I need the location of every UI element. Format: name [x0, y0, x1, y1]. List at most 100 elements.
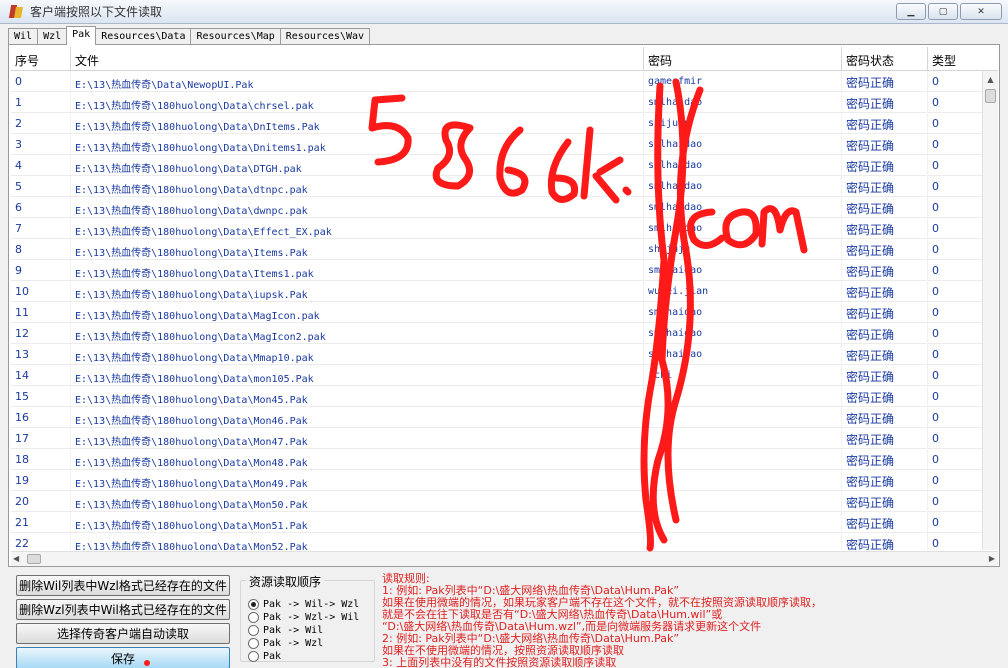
- resource-order-option-label: Pak -> Wil: [263, 624, 324, 636]
- delete-wil-duplicates-button[interactable]: 删除Wil列表中Wzl格式已经存在的文件: [16, 575, 230, 596]
- table-row[interactable]: 8 E:\13\热血传奇\180huolong\Data\Items.Pak shi…: [11, 239, 986, 260]
- maximize-button[interactable]: ▢: [928, 3, 958, 20]
- scroll-right-icon[interactable]: ▶: [989, 554, 995, 563]
- table-row[interactable]: 22 E:\13\热血传奇\180huolong\Data\Mon52.Pak 密码…: [11, 533, 986, 550]
- tab-resources-map[interactable]: Resources\Map: [190, 28, 281, 45]
- radio-button-icon[interactable]: [248, 637, 259, 649]
- row-type: 0: [928, 470, 986, 491]
- row-password: smlhaidao: [644, 176, 842, 197]
- row-index: 20: [11, 491, 71, 512]
- tab-pak[interactable]: Pak: [66, 26, 97, 45]
- resource-order-option[interactable]: Pak: [248, 650, 281, 662]
- minimize-button[interactable]: ▁: [896, 3, 926, 20]
- table-row[interactable]: 17 E:\13\热血传奇\180huolong\Data\Mon47.Pak 密码…: [11, 428, 986, 449]
- row-password: [644, 386, 842, 407]
- row-index: 3: [11, 134, 71, 155]
- row-password-status: 密码正确: [842, 71, 928, 92]
- table-row[interactable]: 5 E:\13\热血传奇\180huolong\Data\dtnpc.pak sml…: [11, 176, 986, 197]
- row-password: [644, 449, 842, 470]
- row-index: 17: [11, 428, 71, 449]
- table-row[interactable]: 12 E:\13\热血传奇\180huolong\Data\MagIcon2.pa…: [11, 323, 986, 344]
- table-row[interactable]: 13 E:\13\热血传奇\180huolong\Data\Mmap10.pak s…: [11, 344, 986, 365]
- row-password-status: 密码正确: [842, 113, 928, 134]
- row-index: 1: [11, 92, 71, 113]
- scroll-left-icon[interactable]: ◀: [13, 554, 19, 563]
- row-password: gameofmir: [644, 71, 842, 92]
- window-controls: ▁ ▢ ✕: [896, 3, 1002, 20]
- window-title: 客户端按照以下文件读取: [30, 5, 163, 19]
- select-client-button[interactable]: 选择传奇客户端自动读取: [16, 623, 230, 644]
- table-row[interactable]: 6 E:\13\热血传奇\180huolong\Data\dwnpc.pak sml…: [11, 197, 986, 218]
- horizontal-scroll-thumb[interactable]: [27, 554, 41, 564]
- tab-resources-data[interactable]: Resources\Data: [95, 28, 192, 45]
- table-row[interactable]: 7 E:\13\热血传奇\180huolong\Data\Effect_EX.pa…: [11, 218, 986, 239]
- table-row[interactable]: 16 E:\13\热血传奇\180huolong\Data\Mon46.Pak 密码…: [11, 407, 986, 428]
- table-row[interactable]: 20 E:\13\热血传奇\180huolong\Data\Mon50.Pak 密码…: [11, 491, 986, 512]
- row-index: 4: [11, 155, 71, 176]
- row-type: 0: [928, 449, 986, 470]
- row-type: 0: [928, 218, 986, 239]
- close-button[interactable]: ✕: [960, 3, 1002, 20]
- vertical-scroll-thumb[interactable]: [985, 89, 996, 103]
- table-row[interactable]: 9 E:\13\热血传奇\180huolong\Data\Items1.pak sm…: [11, 260, 986, 281]
- row-file: E:\13\热血传奇\180huolong\Data\DnItems.Pak: [71, 113, 644, 134]
- delete-wzl-duplicates-button[interactable]: 删除Wzl列表中Wil格式已经存在的文件: [16, 599, 230, 620]
- table-row[interactable]: 4 E:\13\热血传奇\180huolong\Data\DTGH.pak smlh…: [11, 155, 986, 176]
- row-file: E:\13\热血传奇\180huolong\Data\Mon45.Pak: [71, 386, 644, 407]
- resource-order-option[interactable]: Pak -> Wzl: [248, 637, 323, 649]
- table-row[interactable]: 0 E:\13\热血传奇\Data\NewopUI.Pak gameofmir 密码正…: [11, 71, 986, 92]
- resource-order-option[interactable]: Pak -> Wil-> Wzl: [248, 598, 359, 610]
- tab-resources-wav[interactable]: Resources\Wav: [279, 28, 371, 45]
- resource-order-option[interactable]: Pak -> Wil: [248, 624, 323, 636]
- row-type: 0: [928, 533, 986, 550]
- row-type: 0: [928, 344, 986, 365]
- resource-order-option[interactable]: Pak -> Wzl-> Wil: [248, 611, 359, 623]
- row-password: shijuju: [644, 239, 842, 260]
- row-index: 0: [11, 71, 71, 92]
- row-type: 0: [928, 386, 986, 407]
- table-row[interactable]: 15 E:\13\热血传奇\180huolong\Data\Mon45.Pak 密码…: [11, 386, 986, 407]
- vertical-scrollbar[interactable]: ▲: [982, 71, 998, 550]
- table-row[interactable]: 3 E:\13\热血传奇\180huolong\Data\Dnitems1.pak…: [11, 134, 986, 155]
- tab-wzl[interactable]: Wzl: [37, 28, 68, 45]
- row-file: E:\13\热血传奇\Data\NewopUI.Pak: [71, 71, 644, 92]
- table-row[interactable]: 2 E:\13\热血传奇\180huolong\Data\DnItems.Pak s…: [11, 113, 986, 134]
- table-row[interactable]: 11 E:\13\热血传奇\180huolong\Data\MagIcon.pak…: [11, 302, 986, 323]
- resource-order-title: 资源读取顺序: [246, 573, 325, 590]
- row-file: E:\13\热血传奇\180huolong\Data\Mmap10.pak: [71, 344, 644, 365]
- table-row[interactable]: 18 E:\13\热血传奇\180huolong\Data\Mon48.Pak 密码…: [11, 449, 986, 470]
- row-file: E:\13\热血传奇\180huolong\Data\mon105.Pak: [71, 365, 644, 386]
- row-index: 18: [11, 449, 71, 470]
- tab-bar: Wil Wzl Pak Resources\Data Resources\Map Reso…: [8, 26, 371, 45]
- row-password-status: 密码正确: [842, 302, 928, 323]
- column-header-password-status[interactable]: 密码状态: [842, 47, 928, 71]
- row-file: E:\13\热血传奇\180huolong\Data\dwnpc.pak: [71, 197, 644, 218]
- horizontal-scrollbar[interactable]: ◀ ▶: [11, 551, 998, 566]
- row-type: 0: [928, 176, 986, 197]
- table-row[interactable]: 14 E:\13\热血传奇\180huolong\Data\mon105.Pak i…: [11, 365, 986, 386]
- row-password-status: 密码正确: [842, 344, 928, 365]
- column-header-type[interactable]: 类型: [928, 47, 998, 71]
- table-row[interactable]: 10 E:\13\热血传奇\180huolong\Data\iupsk.Pak wu…: [11, 281, 986, 302]
- row-password: smlhaidao: [644, 260, 842, 281]
- resource-order-option-label: Pak -> Wzl: [263, 637, 324, 649]
- row-password-status: 密码正确: [842, 323, 928, 344]
- save-button[interactable]: 保存: [16, 647, 230, 668]
- tab-wil[interactable]: Wil: [8, 28, 39, 45]
- table-row[interactable]: 1 E:\13\热血传奇\180huolong\Data\chrsel.pak sm…: [11, 92, 986, 113]
- table-row[interactable]: 21 E:\13\热血传奇\180huolong\Data\Mon51.Pak 密码…: [11, 512, 986, 533]
- row-type: 0: [928, 134, 986, 155]
- radio-button-icon[interactable]: [248, 650, 259, 662]
- row-password: smlhaidao: [644, 155, 842, 176]
- scroll-up-icon[interactable]: ▲: [983, 71, 998, 87]
- table-row[interactable]: 19 E:\13\热血传奇\180huolong\Data\Mon49.Pak 密码…: [11, 470, 986, 491]
- column-header-file[interactable]: 文件: [71, 47, 644, 71]
- radio-button-icon[interactable]: [248, 624, 259, 636]
- row-file: E:\13\热血传奇\180huolong\Data\MagIcon.pak: [71, 302, 644, 323]
- radio-button-icon[interactable]: [248, 598, 259, 610]
- row-file: E:\13\热血传奇\180huolong\Data\iupsk.Pak: [71, 281, 644, 302]
- radio-button-icon[interactable]: [248, 611, 259, 623]
- row-password-status: 密码正确: [842, 218, 928, 239]
- column-header-index[interactable]: 序号: [11, 47, 71, 71]
- column-header-password[interactable]: 密码: [644, 47, 842, 71]
